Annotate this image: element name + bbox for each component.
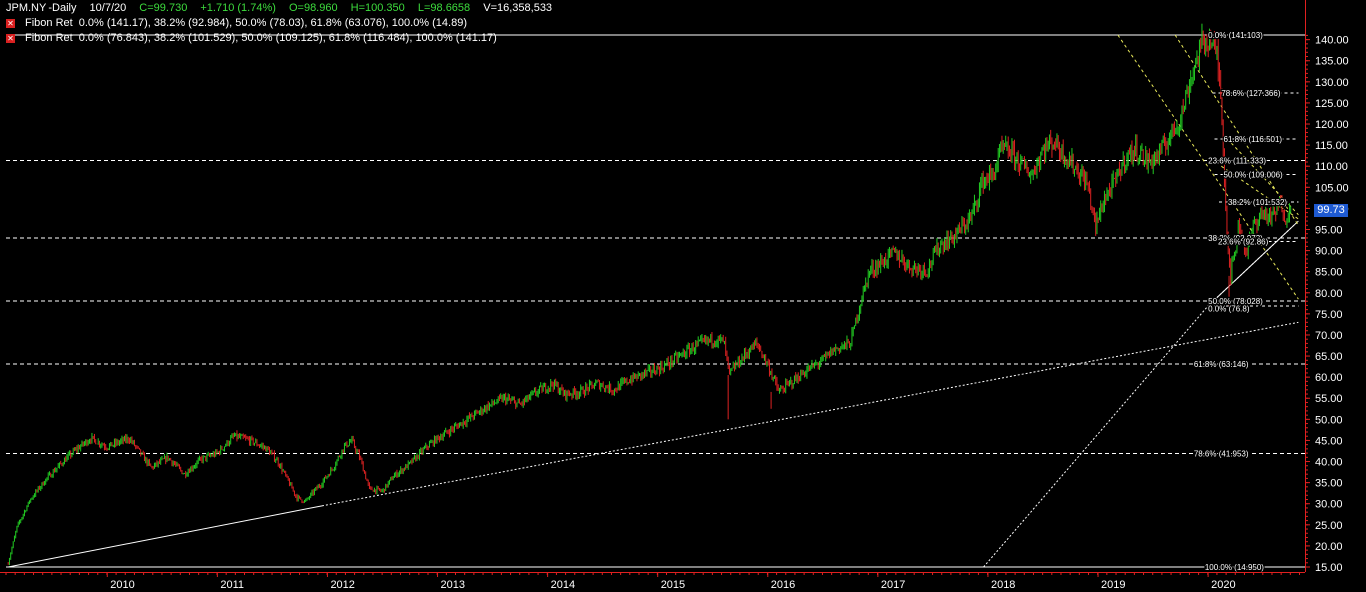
price-tick-label: 55.00 xyxy=(1315,393,1343,405)
fib-label: 61.8% (116.501) xyxy=(1224,135,1283,144)
price-bars xyxy=(7,23,1292,566)
high-value: H=100.350 xyxy=(350,2,405,14)
price-tick-label: 110.00 xyxy=(1315,161,1348,173)
time-tick-label: 2017 xyxy=(881,579,905,591)
fib-label: 61.8% (63.146) xyxy=(1194,360,1249,369)
time-tick-label: 2015 xyxy=(661,579,685,591)
fib-label: 78.6% (127.366) xyxy=(1221,89,1280,98)
time-tick-label: 2011 xyxy=(220,579,244,591)
fib-label: 0.0% (141.103) xyxy=(1208,31,1263,40)
price-tick-label: 65.00 xyxy=(1315,351,1343,363)
time-axis: 2010 2011 2012 2013 2014 2015 2016 2017 2018 2019… xyxy=(0,572,1305,591)
time-tick-label: 2016 xyxy=(771,579,795,591)
price-tick-label: 25.00 xyxy=(1315,520,1343,532)
time-tick-label: 2013 xyxy=(441,579,465,591)
price-tick-label: 120.00 xyxy=(1315,119,1349,131)
fib-label: 23.6% (111.333) xyxy=(1208,157,1266,166)
price-tick-label: 115.00 xyxy=(1315,140,1348,152)
study-values: 0.0% (76.843), 38.2% (101.529), 50.0% (1… xyxy=(78,32,497,44)
price-tick-label: 40.00 xyxy=(1315,457,1343,469)
fib-levels xyxy=(6,34,1305,568)
last-price-badge: 99.73 xyxy=(1314,203,1348,217)
fan-line xyxy=(1117,34,1299,300)
time-tick-label: 2018 xyxy=(991,579,1015,591)
price-tick-label: 90.00 xyxy=(1315,246,1343,258)
close-icon[interactable]: ✕ xyxy=(6,19,15,28)
trendline xyxy=(983,305,1209,568)
price-tick-label: 20.00 xyxy=(1315,541,1343,553)
price-tick-label: 60.00 xyxy=(1315,372,1343,384)
fan-line xyxy=(1174,34,1299,226)
low-value: L=98.6658 xyxy=(417,2,471,14)
interval-label: -Daily xyxy=(48,2,77,14)
time-tick-label: 2019 xyxy=(1101,579,1125,591)
fib-label: 100.0% (14.950) xyxy=(1205,563,1264,572)
price-tick-label: 85.00 xyxy=(1315,267,1343,279)
price-tick-label: 35.00 xyxy=(1315,478,1343,490)
price-tick-label: 75.00 xyxy=(1315,309,1343,321)
fib-label: 23.6% (92.86) xyxy=(1218,237,1269,246)
price-tick-label: 95.00 xyxy=(1315,224,1343,236)
price-tick-label: 45.00 xyxy=(1315,435,1343,447)
price-tick-label: 125.00 xyxy=(1315,98,1349,110)
fib-label: 0.0% (76.8) xyxy=(1208,304,1250,313)
study-values: 0.0% (141.17), 38.2% (92.984), 50.0% (78… xyxy=(78,17,468,29)
chart-canvas: 0.0% (141.103) 78.6% (127.366) 61.8% (116.… xyxy=(0,0,1349,591)
volume-value: V=16,358,533 xyxy=(483,2,553,14)
study-legend-1[interactable]: ✕ Fibon Ret 0.0% (141.17), 38.2% (92.984),… xyxy=(6,17,477,30)
close-value: C=99.730 xyxy=(139,2,188,14)
time-tick-label: 2010 xyxy=(110,579,134,591)
price-tick-label: 135.00 xyxy=(1315,56,1349,68)
change-value: +1.710 (1.74%) xyxy=(200,2,276,14)
price-tick-label: 105.00 xyxy=(1315,182,1349,194)
trendline xyxy=(8,505,323,568)
time-tick-label: 2012 xyxy=(330,579,354,591)
price-tick-label: 80.00 xyxy=(1315,288,1343,300)
date-label: 10/7/20 xyxy=(89,2,127,14)
price-axis: 15.00 20.00 25.00 30.00 35.00 40.00 45.00 50.00… xyxy=(1305,0,1349,574)
price-tick-label: 130.00 xyxy=(1315,77,1349,89)
close-icon[interactable]: ✕ xyxy=(6,34,15,43)
price-tick-label: 50.00 xyxy=(1315,414,1343,426)
quote-header: JPM.NY -Daily 10/7/20 C=99.730 +1.710 (1.… xyxy=(6,2,562,15)
trendline xyxy=(321,321,1299,507)
fib-label: 78.6% (41.953) xyxy=(1194,449,1249,458)
trendlines xyxy=(8,220,1299,568)
fan-lines xyxy=(1117,34,1299,300)
study-legend-2[interactable]: ✕ Fibon Ret 0.0% (76.843), 38.2% (101.529)… xyxy=(6,32,507,45)
fib-label: 50.0% (109.006) xyxy=(1224,171,1283,180)
study-name: Fibon Ret xyxy=(25,17,73,29)
price-tick-label: 15.00 xyxy=(1315,562,1343,574)
fib-label: 38.2% (101.532) xyxy=(1228,198,1287,207)
price-tick-label: 140.00 xyxy=(1315,35,1349,47)
price-tick-label: 70.00 xyxy=(1315,330,1343,342)
study-name: Fibon Ret xyxy=(25,32,73,44)
price-tick-label: 30.00 xyxy=(1315,499,1343,511)
symbol-label[interactable]: JPM.NY xyxy=(6,2,46,14)
time-tick-label: 2020 xyxy=(1211,579,1235,591)
time-tick-label: 2014 xyxy=(551,579,575,591)
open-value: O=98.960 xyxy=(288,2,338,14)
